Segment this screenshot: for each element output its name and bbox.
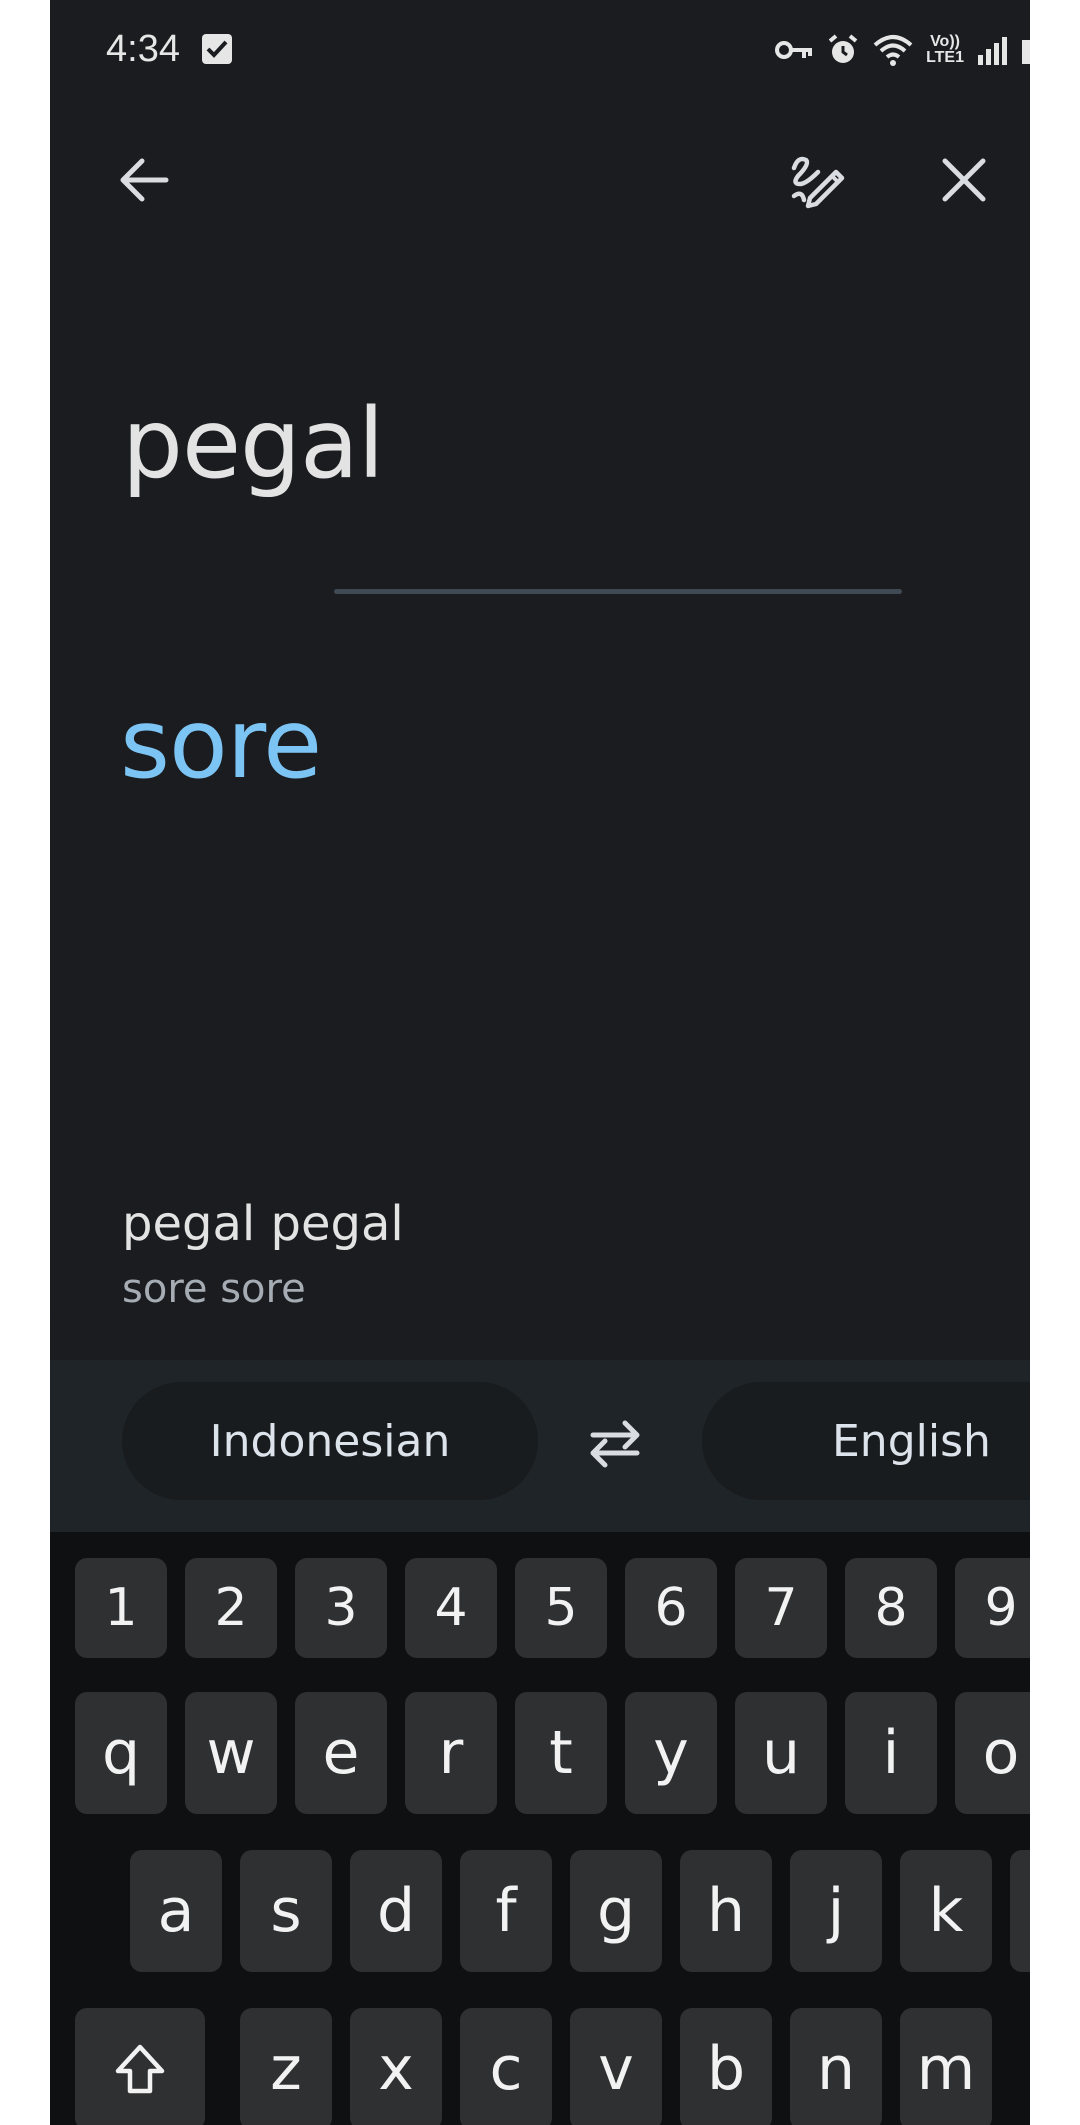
suggestion-target-text: sore sore <box>122 1266 306 1312</box>
close-icon <box>942 158 986 202</box>
status-icons: Vo)) LTE1 <box>774 30 1030 70</box>
key-7[interactable]: 7 <box>735 1558 827 1658</box>
lte-network-label: Vo)) LTE1 <box>926 33 964 66</box>
key-g[interactable]: g <box>570 1850 662 1972</box>
key-1[interactable]: 1 <box>75 1558 167 1658</box>
key-6[interactable]: 6 <box>625 1558 717 1658</box>
key-x[interactable]: x <box>350 2008 442 2125</box>
suggestion-item[interactable]: pegal pegal sore sore <box>122 1196 404 1312</box>
close-button[interactable] <box>924 140 1004 220</box>
phone-screen: pegal sore pegal pegal sore sore 4:34 Vo… <box>50 0 1030 2125</box>
key-9[interactable]: 9 <box>955 1558 1030 1658</box>
key-y[interactable]: y <box>625 1692 717 1814</box>
source-text[interactable]: pegal <box>122 388 384 500</box>
key-a[interactable]: a <box>130 1850 222 1972</box>
key-v[interactable]: v <box>570 2008 662 2125</box>
handwriting-pen-icon <box>791 156 845 209</box>
signal-icon <box>978 37 1007 65</box>
suggestion-source-text: pegal pegal <box>122 1196 404 1252</box>
battery-icon <box>1022 40 1030 64</box>
translated-text[interactable]: sore <box>120 688 322 800</box>
back-button[interactable] <box>104 140 184 220</box>
key-d[interactable]: d <box>350 1850 442 1972</box>
translation-card: pegal sore pegal pegal sore sore <box>50 0 1030 1360</box>
key-f[interactable]: f <box>460 1850 552 1972</box>
key-i[interactable]: i <box>845 1692 937 1814</box>
swap-arrows-icon <box>590 1420 640 1468</box>
key-3[interactable]: 3 <box>295 1558 387 1658</box>
language-bar: Indonesian English <box>50 1360 1030 1532</box>
vpn-key-icon <box>775 41 813 59</box>
status-bar: 4:34 Vo)) LTE1 <box>50 0 1030 110</box>
wifi-icon <box>873 35 913 66</box>
key-8[interactable]: 8 <box>845 1558 937 1658</box>
status-time: 4:34 <box>106 28 180 70</box>
target-language-button[interactable]: English <box>702 1382 1030 1500</box>
shift-icon <box>115 2044 165 2094</box>
keyboard: 1 2 3 4 5 6 7 8 9 q w e r t y u i o a s … <box>50 1532 1030 2125</box>
key-j[interactable]: j <box>790 1850 882 1972</box>
checkbox-notification-icon <box>202 34 232 64</box>
key-n[interactable]: n <box>790 2008 882 2125</box>
alarm-icon <box>828 34 858 63</box>
key-z[interactable]: z <box>240 2008 332 2125</box>
key-h[interactable]: h <box>680 1850 772 1972</box>
key-u[interactable]: u <box>735 1692 827 1814</box>
key-w[interactable]: w <box>185 1692 277 1814</box>
key-e[interactable]: e <box>295 1692 387 1814</box>
source-language-button[interactable]: Indonesian <box>122 1382 538 1500</box>
key-s[interactable]: s <box>240 1850 332 1972</box>
shift-key[interactable] <box>75 2008 205 2125</box>
key-b[interactable]: b <box>680 2008 772 2125</box>
key-r[interactable]: r <box>405 1692 497 1814</box>
swap-languages-button[interactable] <box>580 1408 650 1478</box>
key-k[interactable]: k <box>900 1850 992 1972</box>
key-t[interactable]: t <box>515 1692 607 1814</box>
key-5[interactable]: 5 <box>515 1558 607 1658</box>
handwriting-button[interactable] <box>778 140 858 220</box>
key-m[interactable]: m <box>900 2008 992 2125</box>
divider <box>334 589 902 594</box>
key-q[interactable]: q <box>75 1692 167 1814</box>
key-2[interactable]: 2 <box>185 1558 277 1658</box>
key-o[interactable]: o <box>955 1692 1030 1814</box>
key-l-partial[interactable] <box>1010 1850 1030 1972</box>
key-c[interactable]: c <box>460 2008 552 2125</box>
key-4[interactable]: 4 <box>405 1558 497 1658</box>
arrow-back-icon <box>120 158 169 202</box>
